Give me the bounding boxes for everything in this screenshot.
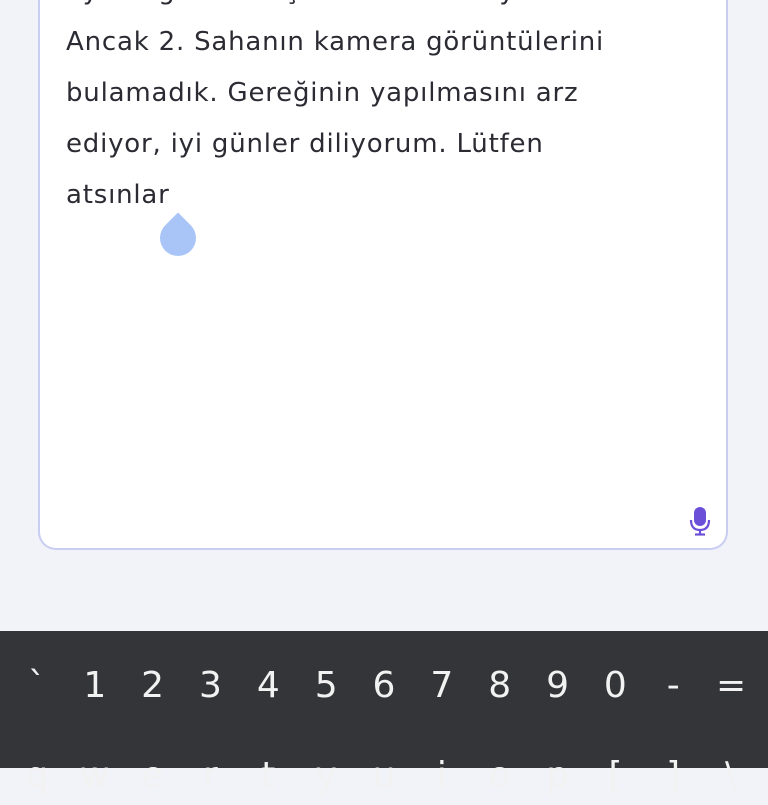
key-9[interactable]: 9 bbox=[530, 665, 586, 706]
key-i[interactable]: i bbox=[414, 755, 470, 796]
key-0[interactable]: 0 bbox=[587, 665, 643, 706]
key-6[interactable]: 6 bbox=[356, 665, 412, 706]
virtual-keyboard: ` 1 2 3 4 5 6 7 8 9 0 - = q w e r t y u … bbox=[0, 631, 768, 796]
microphone-icon bbox=[689, 506, 711, 536]
text-line: ediyor, iyi günler diliyorum. Lütfen bbox=[66, 129, 544, 159]
keyboard-letter-row: q w e r t y u i o p [ ] \ bbox=[0, 745, 768, 805]
key-w[interactable]: w bbox=[67, 755, 123, 796]
key-y[interactable]: y bbox=[298, 755, 354, 796]
key-o[interactable]: o bbox=[472, 755, 528, 796]
text-line: Ancak 2. Sahanın kamera görüntülerini bbox=[66, 27, 605, 57]
key-backtick[interactable]: ` bbox=[9, 665, 65, 706]
voice-input-button[interactable] bbox=[688, 506, 712, 536]
key-q[interactable]: q bbox=[9, 755, 65, 796]
key-minus[interactable]: - bbox=[645, 665, 701, 706]
key-u[interactable]: u bbox=[356, 755, 412, 796]
text-line: atsınlar bbox=[66, 180, 170, 210]
key-r[interactable]: r bbox=[182, 755, 238, 796]
message-text-area[interactable]: oynadığımız maçta 2. Sahada oynadık. Anc… bbox=[38, 0, 728, 550]
key-1[interactable]: 1 bbox=[67, 665, 123, 706]
keyboard-number-row: ` 1 2 3 4 5 6 7 8 9 0 - = bbox=[0, 655, 768, 715]
key-equals[interactable]: = bbox=[703, 665, 759, 706]
key-5[interactable]: 5 bbox=[298, 665, 354, 706]
text-line: bulamadık. Gereğinin yapılmasını arz bbox=[66, 78, 579, 108]
key-p[interactable]: p bbox=[530, 755, 586, 796]
key-e[interactable]: e bbox=[125, 755, 181, 796]
key-7[interactable]: 7 bbox=[414, 665, 470, 706]
key-right-bracket[interactable]: ] bbox=[645, 755, 701, 796]
key-left-bracket[interactable]: [ bbox=[587, 755, 643, 796]
key-8[interactable]: 8 bbox=[472, 665, 528, 706]
key-backslash[interactable]: \ bbox=[703, 755, 759, 796]
key-3[interactable]: 3 bbox=[182, 665, 238, 706]
message-text: oynadığımız maçta 2. Sahada oynadık. Anc… bbox=[66, 0, 706, 221]
text-line: oynadığımız maçta 2. Sahada oynadık. bbox=[66, 0, 706, 17]
key-2[interactable]: 2 bbox=[125, 665, 181, 706]
key-4[interactable]: 4 bbox=[240, 665, 296, 706]
key-t[interactable]: t bbox=[240, 755, 296, 796]
